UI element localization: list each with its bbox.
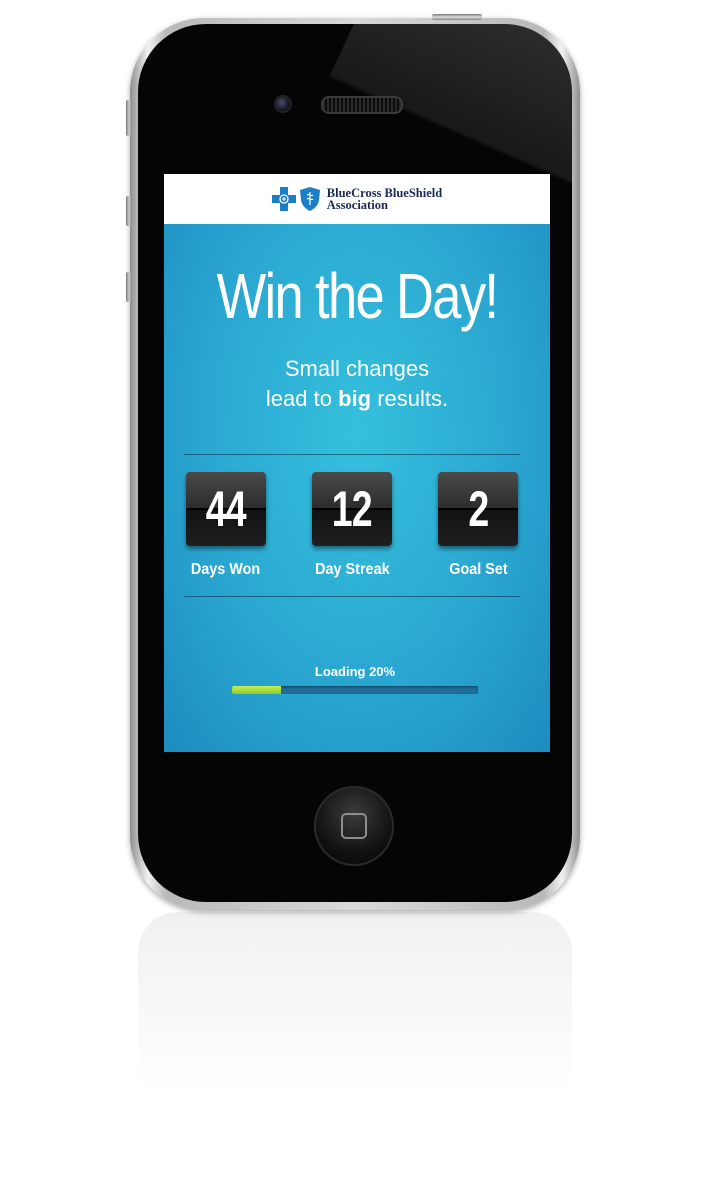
- stat-value: 2: [467, 481, 489, 537]
- stat-label: Days Won: [191, 561, 261, 578]
- brand-name: BlueCross BlueShield Association: [326, 187, 442, 212]
- page-title: Win the Day!: [216, 260, 499, 332]
- subtitle-words-lead-to: lead to: [265, 386, 332, 411]
- blue-cross-icon: [271, 187, 296, 211]
- stat-value: 44: [205, 481, 247, 537]
- brand-header: BlueCross BlueShield Association: [164, 174, 550, 224]
- subtitle-word-results: results.: [377, 386, 449, 411]
- home-button-icon: [341, 813, 367, 839]
- brand-logos: [271, 186, 321, 212]
- subtitle-word-small: Small: [284, 356, 340, 381]
- progress-fill: [232, 686, 282, 694]
- power-button: [432, 14, 482, 20]
- app-screen: BlueCross BlueShield Association Win the…: [164, 174, 550, 752]
- mute-switch: [126, 100, 132, 136]
- subtitle-line2: lead to big results.: [164, 384, 550, 414]
- stat-day-streak: 12 Day Streak: [310, 472, 394, 596]
- subtitle-word-changes: changes: [345, 356, 430, 381]
- earpiece-speaker: [321, 96, 403, 114]
- stat-value: 12: [331, 481, 373, 537]
- stat-label: Goal Set: [448, 561, 508, 578]
- stats-panel: 44 Days Won 12 Day Streak 2 Goal Set: [184, 454, 520, 597]
- loading-indicator: Loading 20%: [232, 664, 478, 694]
- volume-up-button: [126, 196, 132, 226]
- stat-days-won: 44 Days Won: [184, 472, 268, 596]
- blue-shield-icon: [299, 187, 320, 211]
- phone-reflection: [138, 912, 572, 1092]
- stat-goal-set: 2 Goal Set: [436, 472, 520, 596]
- brand-name-line2: Association: [326, 198, 388, 212]
- volume-down-button: [126, 272, 132, 302]
- subtitle: Small changes lead to big results.: [164, 354, 550, 414]
- flip-counter: 2: [438, 472, 518, 546]
- subtitle-line1: Small changes: [164, 354, 550, 384]
- home-button[interactable]: [314, 786, 394, 866]
- flip-counter: 44: [186, 472, 266, 546]
- flip-counter: 12: [312, 472, 392, 546]
- subtitle-word-big: big: [338, 386, 372, 411]
- loading-label: Loading 20%: [314, 664, 396, 679]
- stat-label: Day Streak: [314, 561, 390, 578]
- progress-track: [232, 686, 478, 694]
- front-camera: [274, 95, 292, 113]
